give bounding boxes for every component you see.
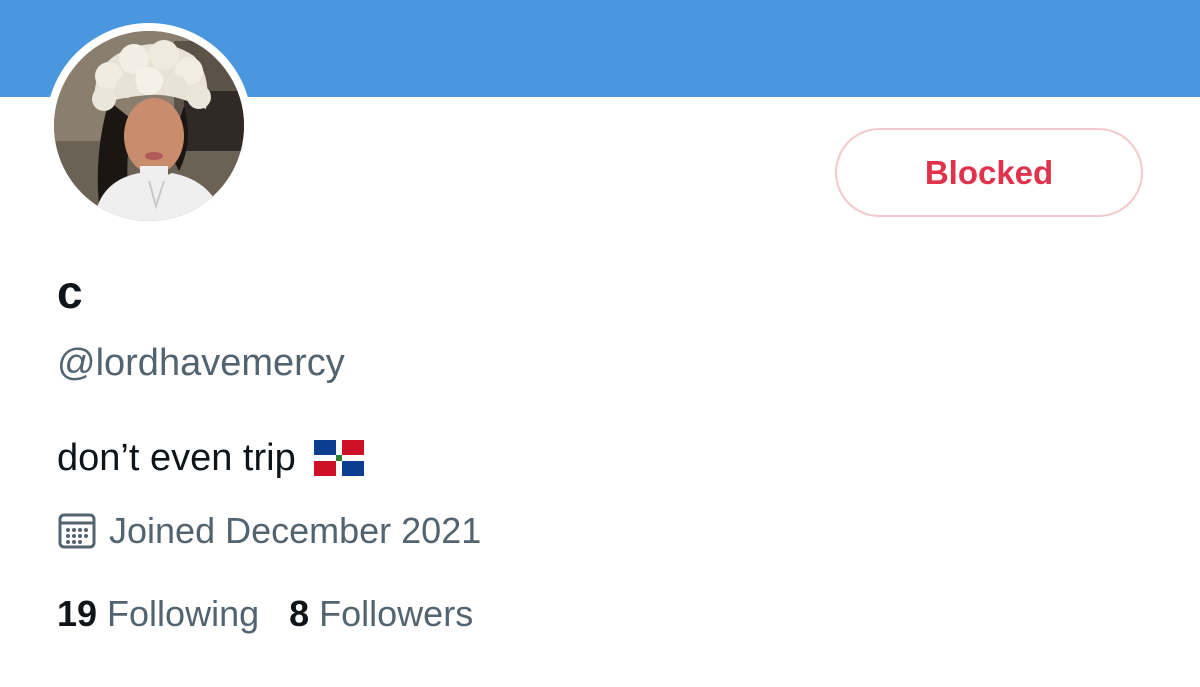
following-label: Following <box>107 593 260 634</box>
joined-text: Joined December 2021 <box>109 510 482 551</box>
followers-label: Followers <box>319 593 474 634</box>
user-handle: @lordhavemercy <box>57 342 345 384</box>
follow-stats: 19 Following 8 Followers <box>57 588 503 640</box>
following-link[interactable]: 19 Following <box>57 588 259 640</box>
profile-bio: don’t even trip <box>57 432 364 484</box>
bio-text: don’t even trip <box>57 437 296 479</box>
followers-count: 8 <box>289 593 310 634</box>
joined-date: Joined December 2021 <box>57 505 481 557</box>
followers-link[interactable]: 8 Followers <box>289 588 473 640</box>
avatar-ring <box>46 23 252 229</box>
avatar[interactable] <box>54 31 244 221</box>
dominican-republic-flag-icon <box>313 440 364 476</box>
display-name: c <box>57 266 83 318</box>
blocked-button-label: Blocked <box>924 153 1054 191</box>
blocked-button[interactable]: Blocked <box>835 128 1143 217</box>
profile-page: Blocked c @lordhavemercy don’t even trip <box>0 0 1200 687</box>
following-count: 19 <box>57 593 98 634</box>
calendar-icon <box>57 511 97 551</box>
